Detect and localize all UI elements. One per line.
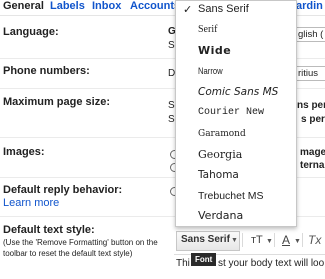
tab-inbox[interactable]: Inbox xyxy=(92,0,121,12)
images-peek-text1: mage xyxy=(300,147,325,158)
font-option-georgia[interactable]: Georgia xyxy=(176,146,296,166)
remove-formatting-button[interactable]: Tx xyxy=(305,231,325,251)
checkmark-icon: ✓ xyxy=(183,4,193,16)
preview-text-rest: st your body text will loo xyxy=(218,258,325,269)
tab-accounts[interactable]: Accounts xyxy=(130,0,180,12)
page-size-peek-text1: ns per xyxy=(297,100,325,111)
page-size-label: Maximum page size: xyxy=(3,96,110,108)
tab-labels[interactable]: Labels xyxy=(50,0,85,12)
reply-behavior-label: Default reply behavior: xyxy=(3,184,123,196)
font-dropdown-label: Sans Serif xyxy=(181,234,230,245)
tab-forwarding-partial[interactable]: ardin xyxy=(296,0,323,12)
page-size-peek-text2: s per xyxy=(301,114,325,125)
language-select[interactable]: glish ( xyxy=(295,27,325,42)
text-style-note-line1: (Use the 'Remove Formatting' button on t… xyxy=(3,238,158,247)
font-size-button[interactable]: тT ▼ xyxy=(246,231,274,251)
font-menu: ✓ Sans Serif Serif Wide Narrow Comic San… xyxy=(175,0,297,227)
font-option-garamond[interactable]: Garamond xyxy=(176,125,296,145)
font-option-wide[interactable]: Wide xyxy=(176,41,296,61)
page-size-peek-s2: S xyxy=(168,114,175,125)
images-peek-text2: ternal xyxy=(300,160,325,171)
phone-country-select[interactable]: ritius xyxy=(295,66,325,81)
language-peek-s[interactable]: S xyxy=(168,40,175,51)
chevron-down-icon: ▼ xyxy=(231,237,238,244)
preview-text-start: Thi xyxy=(176,258,190,269)
font-option-serif[interactable]: Serif xyxy=(176,21,296,41)
font-option-verdana[interactable]: Verdana xyxy=(176,207,296,227)
font-tooltip: Font xyxy=(191,253,217,266)
font-dropdown-button[interactable]: Sans Serif ▼ xyxy=(176,231,240,251)
text-style-toolbar: Sans Serif ▼ тT ▼ A ▼ Tx xyxy=(172,231,325,251)
toolbar-separator xyxy=(302,233,303,247)
images-label: Images: xyxy=(3,146,45,158)
text-color-icon: A xyxy=(282,233,291,247)
chevron-down-icon: ▼ xyxy=(294,238,301,245)
text-style-label: Default text style: xyxy=(3,224,95,236)
tab-general[interactable]: General xyxy=(3,0,44,12)
chevron-down-icon: ▼ xyxy=(266,238,273,245)
font-option-tahoma[interactable]: Tahoma xyxy=(176,167,296,187)
remove-formatting-icon: Tx xyxy=(308,233,322,247)
text-color-button[interactable]: A ▼ xyxy=(277,231,303,251)
phone-label: Phone numbers: xyxy=(3,65,90,77)
text-size-icon: тT xyxy=(251,234,263,246)
learn-more-link[interactable]: Learn more xyxy=(3,197,59,209)
toolbar-separator xyxy=(242,233,243,247)
font-option-comic-sans[interactable]: Comic Sans MS xyxy=(176,83,296,103)
font-option-sans-serif[interactable]: ✓ Sans Serif xyxy=(176,1,296,21)
font-option-trebuchet-ms[interactable]: Trebuchet MS xyxy=(176,188,296,208)
language-label: Language: xyxy=(3,26,59,38)
font-option-narrow[interactable]: Narrow xyxy=(176,62,296,82)
toolbar-separator xyxy=(274,233,275,247)
font-option-courier-new[interactable]: Courier New xyxy=(176,104,296,124)
page-size-peek-s1: S xyxy=(168,100,175,111)
text-style-note-line2: toolbar to reset the default text style) xyxy=(3,249,133,258)
